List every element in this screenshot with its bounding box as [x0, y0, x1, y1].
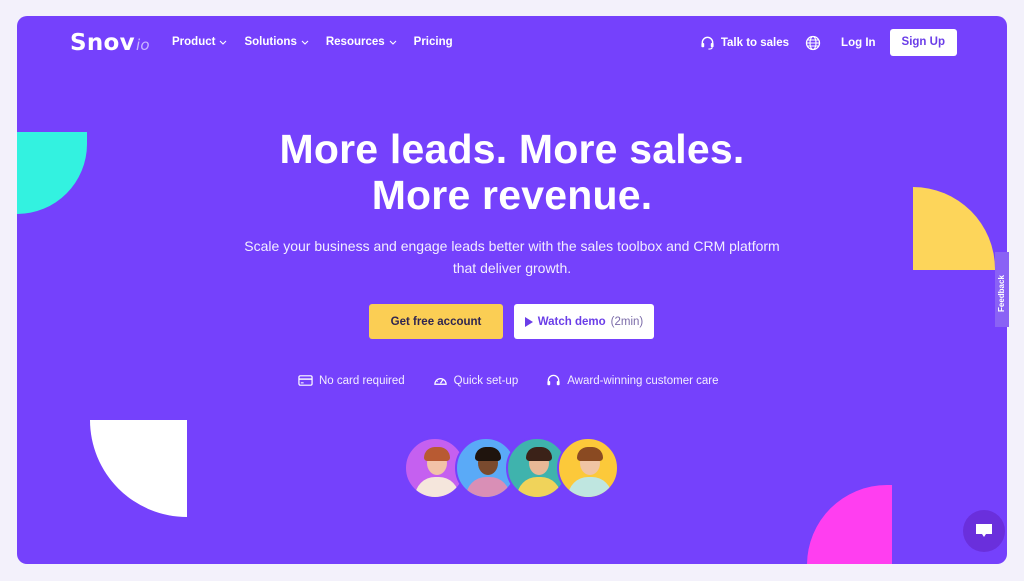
- headset-icon: [701, 36, 714, 50]
- feature-item: No card required: [298, 373, 405, 388]
- menu-item-label: Resources: [325, 36, 385, 48]
- avatar-hair: [526, 447, 552, 461]
- logo-text: Snov: [70, 30, 135, 56]
- headset-icon: [547, 374, 560, 386]
- main-menu: Product Solutions Resources Pricing: [172, 36, 453, 48]
- avatar-body: [517, 477, 561, 497]
- feature-list: No card required Quick set-up Award-winn…: [298, 373, 719, 388]
- talk-to-sales-link[interactable]: Talk to sales: [700, 35, 789, 50]
- top-nav: Snovio Product Solutions Resources Prici…: [17, 16, 1007, 70]
- menu-item-label: Solutions: [244, 36, 297, 48]
- credit-card-icon: [298, 375, 313, 386]
- avatar-hair: [424, 447, 450, 461]
- logo-suffix: io: [135, 36, 150, 54]
- feedback-label: Feedback: [997, 275, 1006, 312]
- get-free-account-button[interactable]: Get free account: [369, 304, 503, 339]
- avatar-hair: [475, 447, 501, 461]
- subtitle-line-2: that deliver growth.: [452, 260, 572, 276]
- feature-item: Quick set-up: [433, 373, 519, 388]
- decorative-white-shape: [90, 420, 187, 517]
- watch-demo-duration: (2min): [610, 315, 644, 328]
- talk-to-sales-label: Talk to sales: [720, 36, 790, 49]
- feature-label: Award-winning customer care: [567, 374, 719, 387]
- menu-item-resources[interactable]: Resources: [326, 36, 397, 48]
- hero-headline: More leads. More sales. More revenue.: [17, 126, 1007, 218]
- menu-item-solutions[interactable]: Solutions: [244, 36, 309, 48]
- avatar-body: [466, 477, 510, 497]
- menu-item-product[interactable]: Product: [172, 36, 227, 48]
- chat-bubble-icon: [976, 524, 992, 537]
- feature-label: Quick set-up: [453, 374, 519, 387]
- chat-widget-button[interactable]: [963, 510, 1005, 552]
- nav-actions: Talk to sales Log In Sign Up: [700, 29, 957, 56]
- logo[interactable]: Snovio: [70, 30, 150, 56]
- avatar-body: [568, 477, 612, 497]
- chevron-down-icon: [220, 40, 227, 45]
- signup-button[interactable]: Sign Up: [889, 29, 957, 56]
- chevron-down-icon: [301, 40, 309, 45]
- headline-line-2: More revenue.: [371, 172, 653, 218]
- headline-line-1: More leads. More sales.: [279, 126, 745, 172]
- feedback-tab[interactable]: Feedback: [995, 252, 1009, 327]
- watch-demo-button[interactable]: Watch demo (2min): [514, 304, 654, 339]
- chevron-down-icon: [389, 40, 397, 45]
- hero-subtitle: Scale your business and engage leads bet…: [17, 235, 1007, 279]
- avatar-body: [415, 477, 459, 497]
- avatar-hair: [577, 447, 603, 461]
- cta-group: Get free account Watch demo (2min): [369, 304, 654, 339]
- decorative-magenta-shape: [807, 485, 892, 564]
- customer-avatars: [404, 437, 619, 499]
- hero-section: Snovio Product Solutions Resources Prici…: [17, 16, 1007, 564]
- feature-item: Award-winning customer care: [546, 373, 719, 388]
- globe-icon[interactable]: [805, 35, 821, 51]
- subtitle-line-1: Scale your business and engage leads bet…: [244, 238, 780, 254]
- menu-item-pricing[interactable]: Pricing: [414, 36, 453, 48]
- menu-item-label: Product: [172, 36, 216, 48]
- watch-demo-label: Watch demo: [537, 315, 606, 328]
- menu-item-label: Pricing: [413, 36, 453, 48]
- speedometer-icon: [433, 378, 447, 385]
- login-link[interactable]: Log In: [841, 37, 876, 49]
- avatar: [557, 437, 619, 499]
- feature-label: No card required: [319, 374, 405, 387]
- play-icon: [524, 316, 533, 327]
